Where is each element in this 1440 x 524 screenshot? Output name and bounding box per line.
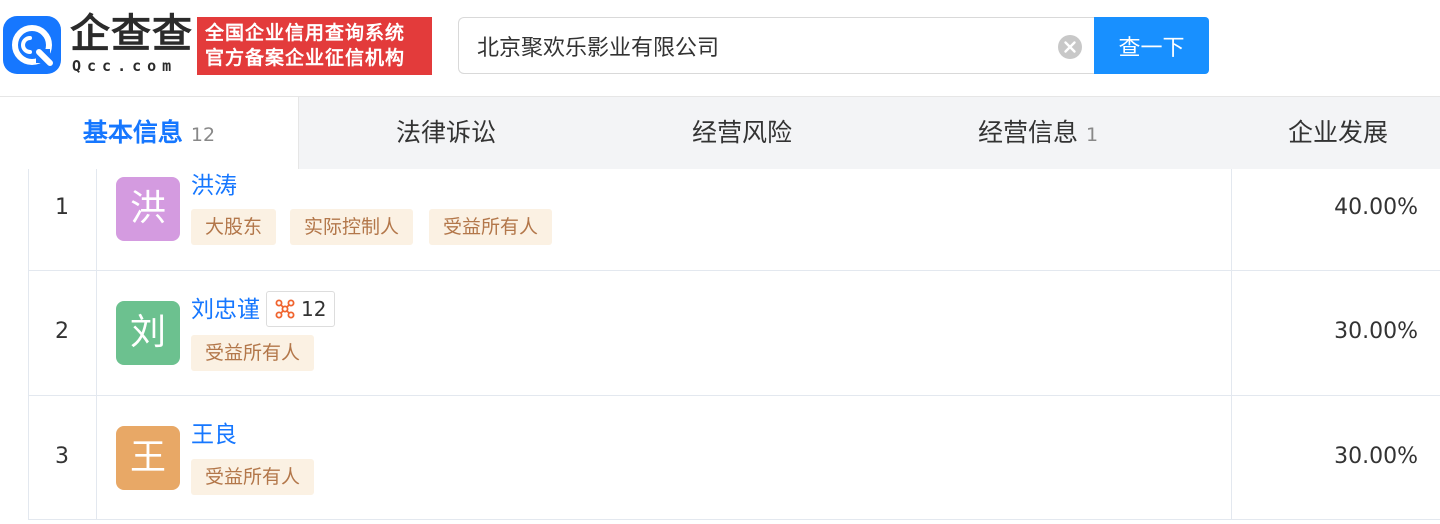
- relation-count: 12: [301, 297, 327, 321]
- tag-beneficial-owner: 受益所有人: [429, 209, 553, 245]
- slogan-badge: 全国企业信用查询系统 官方备案企业征信机构: [197, 17, 432, 75]
- shareholder-table: 1 洪 洪涛 大股东 实际控制人 受益所有人 40.00% 2 刘 刘忠谨 12…: [28, 169, 1440, 524]
- tab-label: 经营信息: [977, 118, 1078, 147]
- brand-domain: Qcc.com: [72, 57, 178, 75]
- slogan-line-1: 全国企业信用查询系统: [205, 22, 406, 44]
- share-percent: 40.00%: [1334, 195, 1418, 220]
- avatar[interactable]: 刘: [116, 301, 180, 365]
- tab-count: 1: [1085, 124, 1099, 146]
- relation-graph-icon: [275, 299, 295, 319]
- tab-label: 基本信息: [82, 118, 183, 147]
- tag-beneficial-owner: 受益所有人: [191, 459, 315, 495]
- top-header: 企查查 Qcc.com 全国企业信用查询系统 官方备案企业征信机构 查一下: [0, 0, 1440, 96]
- shareholder-name[interactable]: 刘忠谨: [191, 295, 260, 325]
- shareholder-name[interactable]: 洪涛: [191, 171, 237, 201]
- clear-icon[interactable]: [1057, 34, 1083, 60]
- tab-count: 12: [190, 124, 216, 146]
- shareholder-name[interactable]: 王良: [191, 420, 237, 450]
- tab-label: 经营风险: [691, 118, 792, 147]
- avatar[interactable]: 洪: [116, 177, 180, 241]
- brand-name[interactable]: 企查查: [70, 12, 193, 56]
- row-index: 3: [55, 444, 69, 469]
- relation-graph-button[interactable]: 12: [266, 291, 336, 327]
- tab-risk[interactable]: 经营风险: [594, 97, 890, 169]
- tab-development[interactable]: 企业发展: [1186, 97, 1440, 169]
- tag-actual-controller: 实际控制人: [290, 209, 414, 245]
- tab-label: 企业发展: [1287, 118, 1388, 147]
- table-row: 2 刘 刘忠谨 12 受益所有人 30.00%: [28, 271, 1440, 396]
- tab-operation-info[interactable]: 经营信息 1: [890, 97, 1186, 169]
- share-percent: 30.00%: [1334, 319, 1418, 344]
- search-button[interactable]: 查一下: [1094, 17, 1209, 74]
- tag-beneficial-owner: 受益所有人: [191, 335, 315, 371]
- tab-basic-info[interactable]: 基本信息 12: [0, 97, 299, 169]
- tab-label: 法律诉讼: [395, 118, 496, 147]
- search-input[interactable]: [477, 28, 1037, 64]
- slogan-line-2: 官方备案企业征信机构: [205, 47, 406, 69]
- tab-legal[interactable]: 法律诉讼: [298, 97, 594, 169]
- avatar[interactable]: 王: [116, 426, 180, 490]
- share-percent: 30.00%: [1334, 444, 1418, 469]
- tag-major-shareholder: 大股东: [191, 209, 277, 245]
- qcc-logo-icon[interactable]: [3, 16, 61, 74]
- row-index: 1: [55, 195, 69, 220]
- table-row: 1 洪 洪涛 大股东 实际控制人 受益所有人 40.00%: [28, 169, 1440, 271]
- row-index: 2: [55, 319, 69, 344]
- search-box: [458, 17, 1094, 74]
- tab-bar: 基本信息 12 法律诉讼 经营风险 经营信息 1 企业发展: [0, 96, 1440, 169]
- table-row: 3 王 王良 受益所有人 30.00%: [28, 396, 1440, 520]
